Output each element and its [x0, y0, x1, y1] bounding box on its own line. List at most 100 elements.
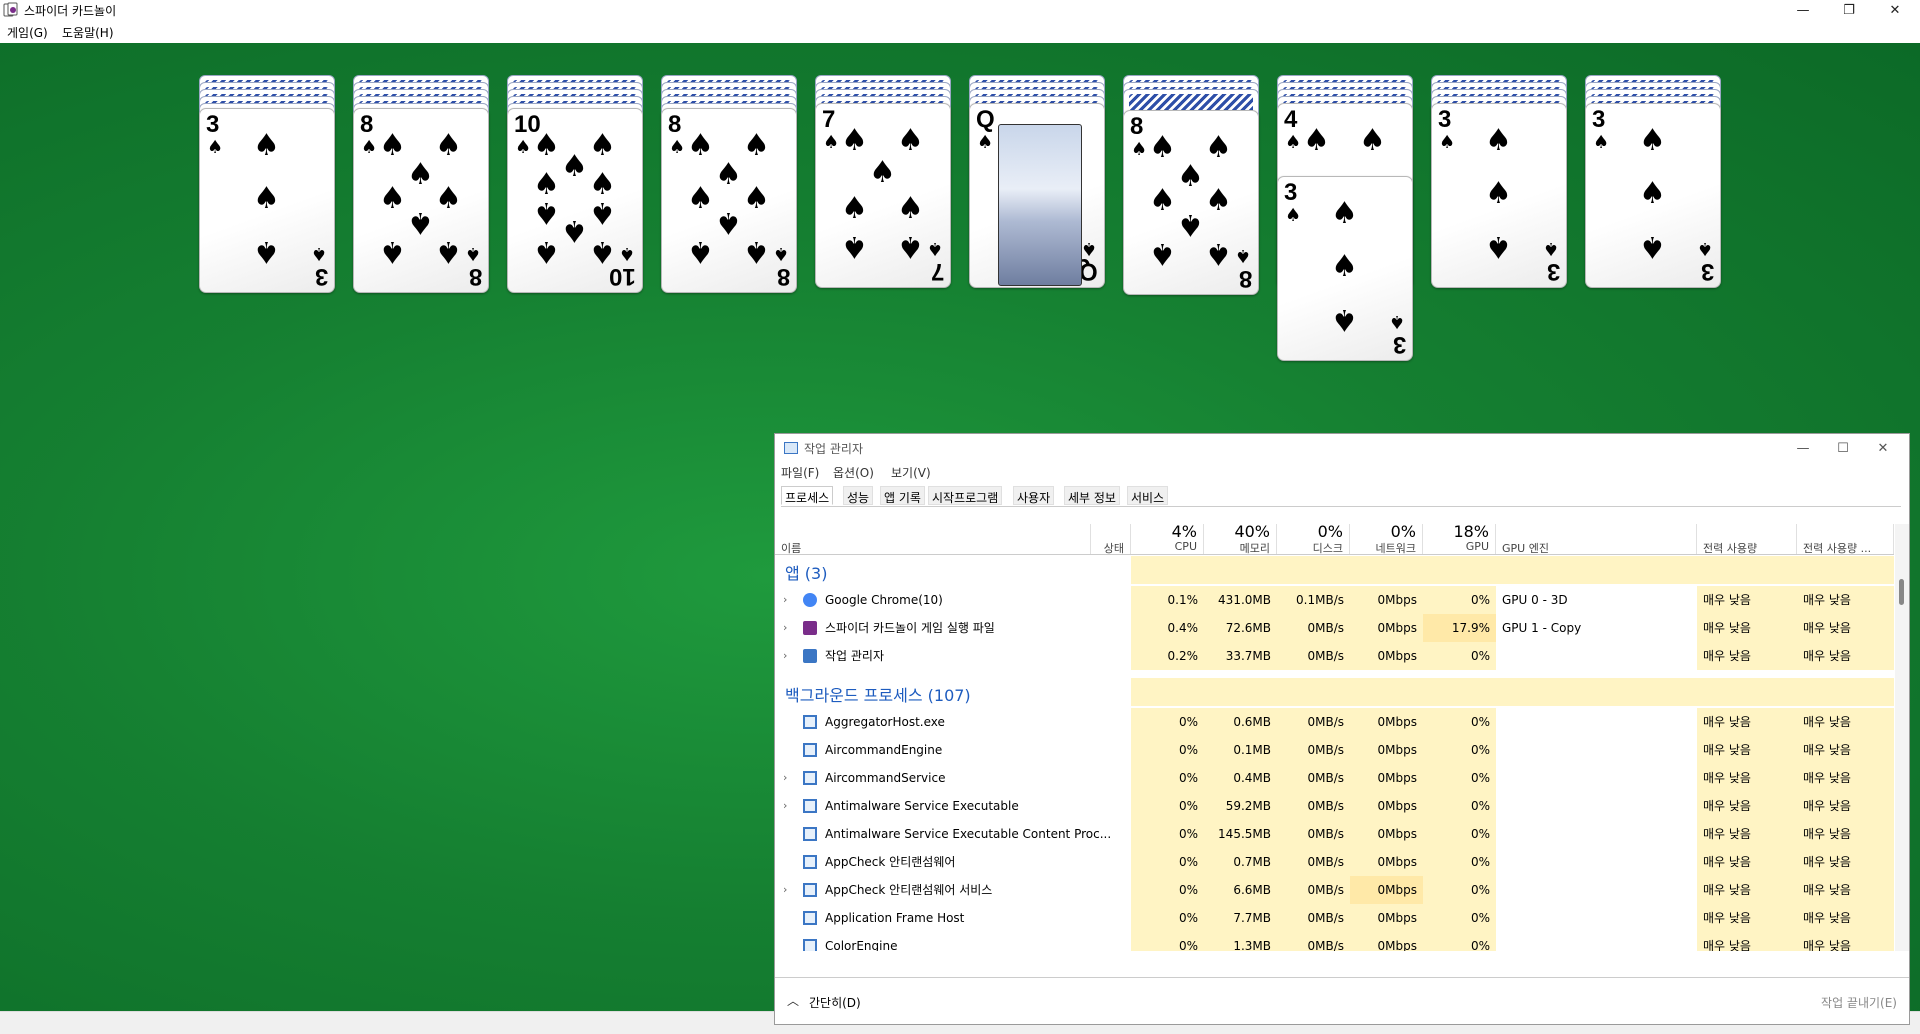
col-name[interactable]: ^ 이름	[775, 524, 1091, 555]
cell-net: 0Mbps	[1350, 904, 1423, 932]
col-gpu-engine[interactable]: GPU 엔진	[1496, 524, 1697, 555]
chevron-right-icon[interactable]: ›	[783, 614, 787, 642]
process-icon	[803, 593, 817, 607]
cell-net: 0Mbps	[1350, 932, 1423, 951]
playing-card[interactable]: 3 ♠ 3 ♠ ♠ ♠ ♠	[1431, 103, 1567, 288]
tm-scrollbar[interactable]	[1895, 524, 1909, 951]
cell-gpu: 0%	[1423, 876, 1496, 904]
tm-menu-options[interactable]: 옵션(O)	[833, 464, 874, 481]
table-row[interactable]: › AircommandService 0% 0.4MB 0MB/s 0Mbps 0% 매우 …	[775, 764, 1894, 792]
cell-gpu: 0%	[1423, 904, 1496, 932]
tab-services[interactable]: 서비스	[1127, 486, 1169, 505]
playing-card[interactable]: 10 ♠ 10 ♠ ♠ ♠ ♠ ♠ ♠ ♠ ♠ ♠ ♠ ♠	[507, 108, 643, 293]
cell-gpu-engine	[1496, 642, 1697, 670]
spade-icon: ♠	[1593, 132, 1610, 153]
spade-icon: ♠	[926, 238, 943, 259]
group-background: 백그라운드 프로세스 (107)	[775, 678, 1894, 706]
restore-button[interactable]: ❐	[1826, 0, 1872, 21]
table-row[interactable]: AppCheck 안티랜섬웨어 0% 0.7MB 0MB/s 0Mbps 0% 매우 낮음 매…	[775, 848, 1894, 876]
table-row[interactable]: › Google Chrome(10) 0.1% 431.0MB 0.1MB/s 0Mbp…	[775, 586, 1894, 614]
spade-icon: ♠	[1177, 158, 1204, 194]
cell-power-trend: 매우 낮음	[1797, 642, 1894, 670]
cell-mem: 0.6MB	[1204, 708, 1277, 736]
col-status[interactable]: 상태	[1091, 524, 1131, 555]
cell-cpu: 0.4%	[1131, 614, 1204, 642]
tm-menu-file[interactable]: 파일(F)	[781, 464, 819, 481]
spade-icon: ♠	[1485, 175, 1512, 211]
table-row[interactable]: › 작업 관리자 0.2% 33.7MB 0MB/s 0Mbps 0% 매우 낮음 매우 낮음	[775, 642, 1894, 670]
col-gpu[interactable]: 18% GPU	[1423, 524, 1496, 554]
tm-maximize-button[interactable]: ☐	[1825, 437, 1861, 459]
table-row[interactable]: Antimalware Service Executable Content P…	[775, 820, 1894, 848]
cell-disk: 0MB/s	[1277, 736, 1350, 764]
table-row[interactable]: Application Frame Host 0% 7.7MB 0MB/s 0Mbps 0…	[775, 904, 1894, 932]
playing-card[interactable]: 7 ♠ 7 ♠ ♠ ♠ ♠ ♠ ♠ ♠ ♠	[815, 103, 951, 288]
tm-menu-view[interactable]: 보기(V)	[891, 464, 931, 481]
tab-users[interactable]: 사용자	[1013, 486, 1055, 505]
minimize-button[interactable]: —	[1780, 0, 1826, 21]
fewer-details-button[interactable]: 간단히(D)	[809, 994, 861, 1011]
table-row[interactable]: › AppCheck 안티랜섬웨어 서비스 0% 6.6MB 0MB/s 0Mbps 0% 매…	[775, 876, 1894, 904]
scroll-thumb[interactable]	[1899, 579, 1904, 605]
col-cpu[interactable]: 4% CPU	[1131, 524, 1204, 554]
playing-card[interactable]: 8 ♠ 8 ♠ ♠ ♠ ♠ ♠ ♠ ♠ ♠ ♠	[353, 108, 489, 293]
cell-gpu: 0%	[1423, 708, 1496, 736]
cell-gpu-engine: GPU 1 - Copy	[1502, 621, 1582, 635]
table-row[interactable]: › 스파이더 카드놀이 게임 실행 파일 0.4% 72.6MB 0MB/s 0Mbps 1…	[775, 614, 1894, 642]
spade-icon: ♠	[687, 234, 714, 269]
chevron-right-icon[interactable]: ›	[783, 642, 787, 670]
process-icon	[803, 621, 817, 635]
end-task-button[interactable]: 작업 끝내기(E)	[1821, 994, 1897, 1011]
card-rank: 8	[776, 263, 790, 290]
close-button[interactable]: ✕	[1872, 0, 1918, 21]
col-power-trend[interactable]: 전력 사용량 ...	[1797, 524, 1894, 555]
tab-app-history[interactable]: 앱 기록	[880, 486, 925, 505]
tm-minimize-button[interactable]: —	[1785, 437, 1821, 459]
chevron-right-icon[interactable]: ›	[783, 586, 787, 614]
table-row[interactable]: AggregatorHost.exe 0% 0.6MB 0MB/s 0Mbps 0% 매우 …	[775, 708, 1894, 736]
tm-titlebar: 작업 관리자 — ☐ ✕	[775, 434, 1909, 462]
spade-icon: ♠	[1234, 245, 1251, 266]
playing-card[interactable]: 3 ♠ 3 ♠ ♠ ♠ ♠	[1585, 103, 1721, 288]
table-row[interactable]: AircommandEngine 0% 0.1MB 0MB/s 0Mbps 0% 매우 낮음…	[775, 736, 1894, 764]
playing-card[interactable]: Q ♠ Q ♠	[969, 103, 1105, 288]
tab-processes[interactable]: 프로세스	[781, 486, 834, 505]
spade-icon: ♠	[897, 123, 924, 158]
tab-startup[interactable]: 시작프로그램	[928, 486, 1003, 505]
process-name: Application Frame Host	[825, 911, 965, 925]
playing-card[interactable]: 3 ♠ 3 ♠ ♠ ♠ ♠	[1277, 176, 1413, 361]
table-row[interactable]: › Antimalware Service Executable 0% 59.2MB 0…	[775, 792, 1894, 820]
spade-icon: ♠	[464, 243, 481, 264]
chevron-right-icon[interactable]: ›	[783, 764, 787, 792]
cell-net: 0Mbps	[1350, 614, 1423, 642]
tab-details[interactable]: 세부 정보	[1064, 486, 1120, 505]
chevron-right-icon[interactable]: ›	[783, 792, 787, 820]
col-memory[interactable]: 40% 메모리	[1204, 524, 1277, 555]
spade-icon: ♠	[687, 180, 714, 216]
playing-card[interactable]: 8 ♠ 8 ♠ ♠ ♠ ♠ ♠ ♠ ♠ ♠ ♠	[1123, 110, 1259, 295]
table-row[interactable]: ColorEngine 0% 1.3MB 0MB/s 0Mbps 0% 매우 낮음 매우 낮음	[775, 932, 1894, 951]
card-rank: 3	[1438, 106, 1452, 133]
card-rank: 7	[930, 258, 944, 285]
process-name: AircommandEngine	[825, 743, 943, 757]
spade-icon: ♠	[533, 128, 560, 163]
menu-help[interactable]: 도움말(H)	[62, 24, 114, 41]
tab-performance[interactable]: 성능	[843, 486, 874, 505]
tm-close-button[interactable]: ✕	[1865, 437, 1901, 459]
cell-mem: 0.1MB	[1204, 736, 1277, 764]
col-disk[interactable]: 0% 디스크	[1277, 524, 1350, 555]
col-power[interactable]: 전력 사용량	[1697, 524, 1797, 555]
playing-card[interactable]: 3 ♠ 3 ♠ ♠ ♠ ♠	[199, 108, 335, 293]
chevron-up-icon[interactable]: ︿	[787, 992, 799, 1009]
cell-power-trend: 매우 낮음	[1797, 764, 1894, 792]
spade-icon: ♠	[379, 234, 406, 269]
process-icon	[803, 771, 817, 785]
spade-icon: ♠	[897, 229, 924, 264]
menu-game[interactable]: 게임(G)	[7, 24, 48, 41]
spade-icon: ♠	[1696, 238, 1713, 259]
playing-card[interactable]: 8 ♠ 8 ♠ ♠ ♠ ♠ ♠ ♠ ♠ ♠ ♠	[661, 108, 797, 293]
chevron-right-icon[interactable]: ›	[783, 876, 787, 904]
col-network[interactable]: 0% 네트워크	[1350, 524, 1423, 555]
cell-cpu: 0.1%	[1131, 586, 1204, 614]
spade-icon: ♠	[407, 156, 434, 192]
